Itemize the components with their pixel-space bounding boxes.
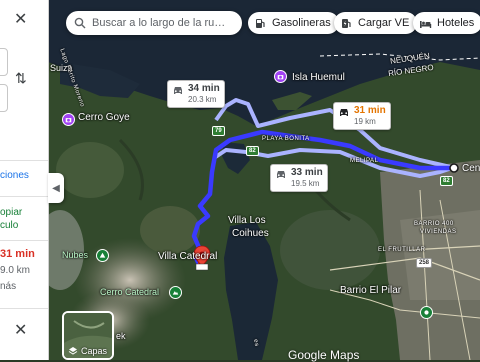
- directions-panel: ✕ ⇅ ciones opiar culo 31 min 9.0 km nás …: [0, 0, 49, 360]
- search-icon: [74, 17, 86, 29]
- layers-label: Capas: [81, 346, 108, 356]
- label-barrio-400: BARRIO 400: [414, 221, 454, 227]
- destination-input[interactable]: [0, 84, 8, 112]
- route-option-2[interactable]: 31 min 19 km: [333, 102, 391, 130]
- label-isla-huemul: Isla Huemul: [292, 72, 345, 83]
- label-ek: ek: [116, 331, 126, 341]
- label-el-frutillar: EL FRUTILLAR: [378, 247, 426, 253]
- label-villa-catedral: Villa Catedral: [158, 251, 218, 262]
- gas-station-icon: [256, 18, 265, 28]
- ev-charging-chip[interactable]: Cargar VE: [334, 12, 418, 34]
- route-shield-82-b: 82: [440, 176, 453, 186]
- start-point-icon: [449, 163, 459, 173]
- layers-icon: [68, 347, 78, 355]
- route-time: 34 min: [188, 83, 220, 94]
- close-icon[interactable]: ✕: [14, 323, 27, 339]
- car-icon: [340, 109, 348, 116]
- hotel-icon: [420, 20, 432, 28]
- route-option-1[interactable]: 34 min 20.3 km: [167, 80, 225, 108]
- divider: [0, 196, 48, 197]
- car-icon: [277, 171, 285, 178]
- label-villa-los-coihues-2: Coihues: [232, 228, 269, 239]
- route-time-summary: 31 min: [0, 248, 35, 260]
- label-villa-los-coihues: Villa Los: [228, 215, 266, 226]
- route-distance: 20.3 km: [188, 95, 217, 104]
- origin-input[interactable]: [0, 48, 8, 76]
- ev-charging-icon: [342, 18, 351, 28]
- route-distance: 19.5 km: [291, 179, 320, 188]
- collapse-panel-button[interactable]: ◀: [48, 173, 64, 203]
- park-icon[interactable]: [96, 249, 109, 262]
- label-nubes: Nubes: [62, 250, 89, 260]
- label-melipal: MELIPAL: [350, 158, 379, 164]
- search-input[interactable]: [92, 17, 240, 29]
- close-icon[interactable]: ✕: [14, 12, 27, 28]
- copy-link-2[interactable]: culo: [0, 220, 18, 231]
- route-shield-82: 82: [246, 146, 259, 156]
- label-cerro-goye: Cerro Goye: [78, 112, 130, 123]
- mountain-icon[interactable]: [169, 286, 182, 299]
- label-lake-text: es: [252, 338, 260, 348]
- gas-stations-chip[interactable]: Gasolineras: [248, 12, 339, 34]
- divider: [0, 240, 48, 241]
- swap-icon[interactable]: ⇅: [15, 70, 27, 87]
- label-barrio-400-viviendas: VIVIENDAS: [420, 229, 457, 235]
- divider: [0, 160, 48, 161]
- label-playa-bonita: PLAYA BONITA: [262, 136, 310, 142]
- route-time: 33 min: [291, 167, 323, 178]
- label-centro: Cen: [462, 163, 480, 174]
- route-option-3[interactable]: 33 min 19.5 km: [270, 164, 328, 192]
- layers-button[interactable]: Capas: [62, 311, 114, 360]
- route-distance: 19 km: [354, 117, 376, 126]
- label-barrio-el-pilar: Barrio El Pilar: [340, 285, 402, 296]
- chip-label: Gasolineras: [272, 17, 331, 29]
- route-distance-summary: 9.0 km: [0, 265, 31, 276]
- options-link[interactable]: ciones: [0, 170, 29, 181]
- hotels-chip[interactable]: Hoteles: [413, 12, 480, 34]
- copy-link[interactable]: opiar: [0, 207, 22, 218]
- chip-label: Hoteles: [437, 17, 475, 29]
- route-shield-258: 258: [416, 258, 433, 268]
- divider: [0, 308, 48, 309]
- park-icon[interactable]: [420, 306, 433, 319]
- label-cerro-catedral: Cerro Catedral: [100, 287, 160, 297]
- car-icon: [174, 87, 182, 94]
- search-along-route-bar[interactable]: [66, 11, 242, 35]
- route-shield-79: 79: [212, 126, 225, 136]
- more-link[interactable]: nás: [0, 281, 16, 292]
- chevron-left-icon: ◀: [52, 182, 60, 194]
- route-time: 31 min: [354, 105, 386, 116]
- chip-label: Cargar VE: [358, 17, 410, 29]
- attraction-icon[interactable]: [62, 113, 75, 126]
- attraction-icon[interactable]: [274, 70, 287, 83]
